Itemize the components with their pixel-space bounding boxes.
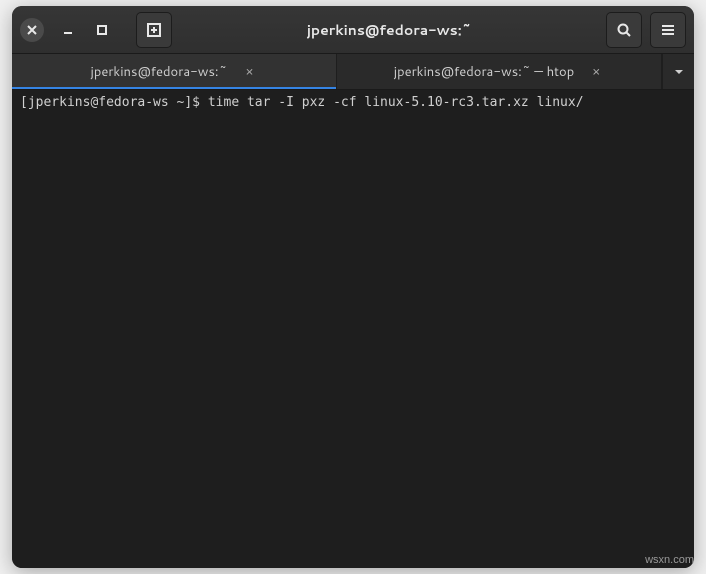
terminal-content[interactable]: [jperkins@fedora-ws ~]$ time tar -I pxz … — [12, 90, 694, 568]
header-buttons — [606, 12, 686, 48]
minimize-button[interactable] — [58, 20, 78, 40]
tabs-dropdown-button[interactable] — [662, 54, 694, 89]
terminal-window: jperkins@fedora-ws:~ jperkins@fedora-ws:… — [12, 6, 694, 568]
window-title: jperkins@fedora-ws:~ — [172, 20, 606, 40]
watermark: wsxn.com — [645, 554, 694, 566]
menu-button[interactable] — [650, 12, 686, 48]
titlebar: jperkins@fedora-ws:~ — [12, 6, 694, 54]
tab-label: jperkins@fedora-ws:~ — [91, 63, 228, 81]
tab-label: jperkins@fedora-ws:~ — htop — [394, 63, 574, 81]
maximize-button[interactable] — [92, 20, 112, 40]
close-button[interactable] — [20, 18, 44, 42]
tab-close-icon[interactable]: × — [241, 64, 257, 80]
shell-command: time tar -I pxz -cf linux-5.10-rc3.tar.x… — [208, 95, 584, 110]
tab-2[interactable]: jperkins@fedora-ws:~ — htop × — [337, 54, 662, 89]
tab-close-icon[interactable]: × — [588, 64, 604, 80]
window-controls — [20, 12, 172, 48]
search-button[interactable] — [606, 12, 642, 48]
tab-1[interactable]: jperkins@fedora-ws:~ × — [12, 54, 337, 89]
tab-bar: jperkins@fedora-ws:~ × jperkins@fedora-w… — [12, 54, 694, 90]
shell-prompt: [jperkins@fedora-ws ~]$ — [20, 95, 208, 110]
new-tab-button[interactable] — [136, 12, 172, 48]
prompt-line: [jperkins@fedora-ws ~]$ time tar -I pxz … — [20, 94, 686, 112]
